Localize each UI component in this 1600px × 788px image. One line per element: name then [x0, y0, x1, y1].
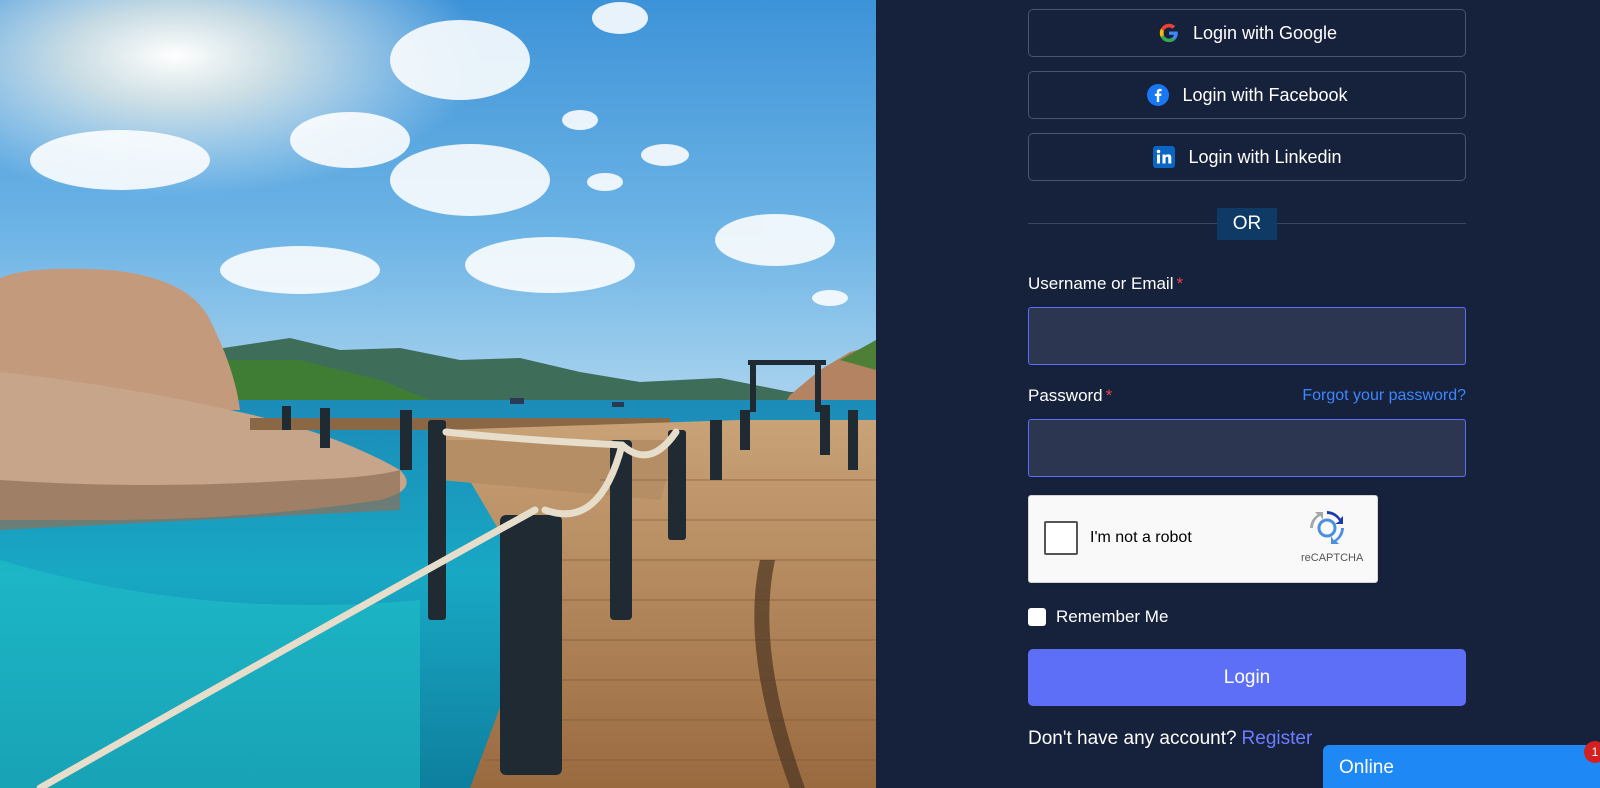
login-facebook-label: Login with Facebook — [1182, 84, 1348, 105]
recaptcha-widget: I'm not a robot reCAPTCHA — [1028, 495, 1378, 583]
linkedin-icon — [1152, 145, 1176, 169]
google-g-icon — [1157, 21, 1181, 45]
chat-notification-badge: 1 — [1584, 741, 1600, 763]
login-linkedin-label: Login with Linkedin — [1188, 146, 1342, 167]
recaptcha-logo-icon — [1309, 510, 1345, 546]
login-facebook-button[interactable]: Login with Facebook — [1028, 71, 1466, 119]
login-button[interactable]: Login — [1028, 649, 1466, 706]
recaptcha-brand: reCAPTCHA — [1301, 552, 1364, 564]
register-link[interactable]: Register — [1242, 728, 1313, 749]
login-google-label: Login with Google — [1192, 22, 1338, 43]
remember-me-checkbox[interactable] — [1028, 608, 1046, 626]
password-input[interactable] — [1028, 419, 1466, 477]
login-panel: Login with Google Login with Facebook Lo… — [876, 0, 1600, 788]
forgot-password-link[interactable]: Forgot your password? — [1302, 387, 1466, 405]
login-google-button[interactable]: Login with Google — [1028, 9, 1466, 57]
username-label: Username or Email * — [1028, 274, 1183, 294]
chat-status: Online — [1339, 757, 1394, 778]
username-input[interactable] — [1028, 307, 1466, 365]
recaptcha-checkbox[interactable] — [1044, 521, 1078, 555]
required-mark: * — [1105, 386, 1113, 405]
or-divider: OR — [1217, 208, 1277, 240]
login-linkedin-button[interactable]: Login with Linkedin — [1028, 133, 1466, 181]
password-label: Password * — [1028, 386, 1112, 406]
chat-widget[interactable]: Online 1 — [1323, 741, 1600, 788]
no-account-text: Don't have any account? — [1028, 728, 1237, 749]
required-mark: * — [1176, 274, 1184, 293]
remember-me-label: Remember Me — [1056, 607, 1169, 626]
facebook-icon — [1146, 83, 1170, 107]
register-prompt: Don't have any account? Register — [1028, 728, 1312, 750]
hero-image — [0, 0, 876, 788]
username-label-text: Username or Email — [1028, 274, 1174, 293]
login-form: Login with Google Login with Facebook Lo… — [1028, 0, 1466, 788]
remember-me[interactable]: Remember Me — [1028, 607, 1168, 627]
password-label-text: Password — [1028, 386, 1103, 405]
recaptcha-label: I'm not a robot — [1090, 529, 1192, 546]
